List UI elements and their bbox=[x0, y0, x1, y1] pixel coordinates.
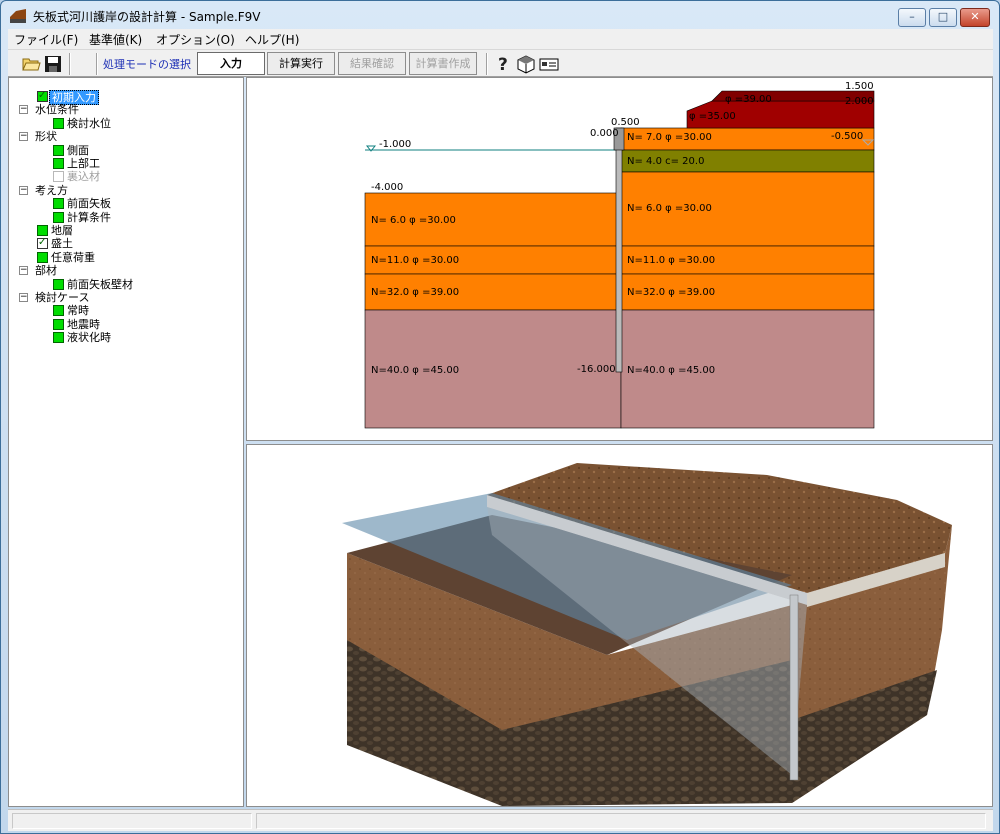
right-layer-label-6: N=40.0 φ =45.00 bbox=[627, 365, 715, 376]
3d-model-render bbox=[342, 463, 952, 806]
app-icon bbox=[10, 9, 26, 23]
elev-wall-bottom: -16.000 bbox=[577, 364, 616, 375]
status-square-icon bbox=[53, 158, 64, 169]
mode-run-calc-button[interactable]: 計算実行 bbox=[267, 52, 335, 75]
wall-pile-visible bbox=[789, 594, 799, 781]
right-layer-label-4: N=11.0 φ =30.00 bbox=[627, 255, 715, 266]
mode-input-button[interactable]: 入力 bbox=[197, 52, 265, 75]
minimize-button[interactable]: – bbox=[898, 8, 926, 27]
status-square-icon bbox=[53, 332, 64, 344]
tree-item-label: 盛土 bbox=[51, 237, 73, 251]
maximize-button[interactable]: □ bbox=[929, 8, 957, 27]
tree-item-label: 上部工 bbox=[67, 157, 100, 170]
window-title: 矢板式河川護岸の設計計算 - Sample.F9V bbox=[33, 10, 261, 24]
status-square-icon bbox=[53, 211, 64, 223]
view-3d[interactable] bbox=[246, 444, 993, 807]
elev-top-right: 1.500 bbox=[845, 81, 874, 92]
left-layer-label-3: N=32.0 φ =39.00 bbox=[371, 287, 459, 298]
tree-expander-icon[interactable]: − bbox=[19, 185, 28, 195]
toolbar-separator bbox=[486, 53, 488, 75]
status-square-icon bbox=[53, 318, 64, 330]
sheet-pile-wall bbox=[615, 127, 623, 373]
status-square-icon bbox=[53, 198, 64, 210]
elev-water-right: -0.500 bbox=[831, 131, 863, 142]
tree-item-label: 地層 bbox=[51, 224, 73, 237]
status-square-icon bbox=[53, 117, 64, 129]
right-layer-label-5: N=32.0 φ =39.00 bbox=[627, 287, 715, 298]
tree-item-label: 常時 bbox=[67, 304, 89, 318]
card-icon[interactable] bbox=[539, 54, 559, 74]
tree-item-label: 形状 bbox=[35, 130, 57, 144]
tree-item-label: 前面矢板 bbox=[67, 197, 111, 211]
tree-item-label: 考え方 bbox=[35, 183, 68, 197]
menu-file[interactable]: ファイル(F) bbox=[14, 31, 78, 48]
menu-standard-values[interactable]: 基準値(K) bbox=[89, 31, 142, 48]
tree-item-label: 液状化時 bbox=[67, 331, 111, 345]
tree-expander-icon[interactable]: − bbox=[19, 293, 28, 302]
tree-item-label: 部材 bbox=[35, 264, 57, 278]
tree-expander-icon[interactable]: − bbox=[19, 266, 28, 276]
elev-left-ground: -4.000 bbox=[371, 182, 403, 193]
checkbox-icon bbox=[37, 236, 48, 250]
title-bar: 矢板式河川護岸の設計計算 - Sample.F9V – □ ✕ bbox=[1, 1, 999, 29]
mode-create-report-button[interactable]: 計算書作成 bbox=[409, 52, 477, 75]
status-square-icon bbox=[37, 225, 48, 236]
status-square-icon bbox=[53, 144, 64, 156]
close-button[interactable]: ✕ bbox=[960, 8, 990, 27]
save-icon[interactable] bbox=[43, 54, 63, 74]
status-bar bbox=[8, 809, 993, 831]
menu-options[interactable]: オプション(O) bbox=[156, 31, 235, 48]
tree-item-label: 任意荷重 bbox=[51, 250, 95, 264]
toolbar-separator bbox=[96, 53, 98, 75]
left-layer-label-2: N=11.0 φ =30.00 bbox=[371, 255, 459, 266]
left-layer-label-4: N=40.0 φ =45.00 bbox=[371, 365, 459, 376]
cross-section-view[interactable]: 1.500 2.000 0.500 0.000 -1.000 -0.500 -4… bbox=[246, 77, 993, 441]
menu-bar: ファイル(F) 基準値(K) オプション(O) ヘルプ(H) bbox=[8, 29, 993, 49]
embank-label-1: φ =39.00 bbox=[725, 94, 772, 105]
app-window: 矢板式河川護岸の設計計算 - Sample.F9V – □ ✕ ファイル(F) … bbox=[0, 0, 1000, 834]
input-tree: 初期入力−水位条件検討水位−形状側面上部工裏込材−考え方前面矢板計算条件地層盛土… bbox=[8, 77, 244, 807]
mode-check-results-button[interactable]: 結果確認 bbox=[338, 52, 406, 75]
status-square-icon bbox=[53, 171, 64, 183]
svg-text:?: ? bbox=[498, 55, 508, 74]
toolbar: 処理モードの選択 入力 計算実行 結果確認 計算書作成 ? bbox=[8, 49, 993, 77]
elev-embank-top: 2.000 bbox=[845, 96, 874, 107]
elev-wall-top: 0.500 bbox=[611, 117, 640, 128]
embank-label-2: φ =35.00 bbox=[689, 111, 736, 122]
mode-label: 処理モードの選択 bbox=[103, 58, 191, 71]
status-square-icon bbox=[53, 305, 64, 317]
tree-item-label: 検討ケース bbox=[35, 291, 90, 304]
tree-item-label: 水位条件 bbox=[35, 103, 79, 117]
status-square-icon bbox=[53, 278, 64, 290]
tree-expander-icon[interactable]: − bbox=[19, 132, 28, 142]
right-layer-label-1: N= 7.0 φ =30.00 bbox=[627, 132, 712, 143]
tree-item-label: 側面 bbox=[67, 143, 89, 157]
elev-zero: 0.000 bbox=[590, 128, 619, 139]
tree-item-label: 検討水位 bbox=[67, 116, 111, 130]
status-cell-1 bbox=[12, 813, 252, 829]
right-layer-label-3: N= 6.0 φ =30.00 bbox=[627, 203, 712, 214]
toolbar-separator bbox=[69, 53, 71, 75]
menu-help[interactable]: ヘルプ(H) bbox=[245, 31, 299, 48]
status-cell-2 bbox=[256, 813, 986, 829]
tree-expander-icon[interactable]: − bbox=[19, 105, 28, 115]
status-square-icon bbox=[37, 251, 48, 263]
left-layer-label-1: N= 6.0 φ =30.00 bbox=[371, 215, 456, 226]
open-folder-icon[interactable] bbox=[21, 54, 41, 74]
cross-section-drawing: 1.500 2.000 0.500 0.000 -1.000 -0.500 -4… bbox=[364, 81, 875, 429]
checkbox-icon bbox=[37, 89, 48, 102]
tree-item-label: 地震時 bbox=[67, 317, 100, 331]
elev-water-left: -1.000 bbox=[379, 139, 411, 150]
3d-view-icon[interactable] bbox=[516, 54, 536, 74]
right-layer-label-2: N= 4.0 c= 20.0 bbox=[627, 156, 704, 167]
help-icon[interactable]: ? bbox=[495, 54, 515, 74]
tree-item-label: 裏込材 bbox=[67, 170, 100, 184]
tree-item-label: 前面矢板壁材 bbox=[67, 277, 133, 291]
tree-item-label: 計算条件 bbox=[67, 210, 111, 224]
